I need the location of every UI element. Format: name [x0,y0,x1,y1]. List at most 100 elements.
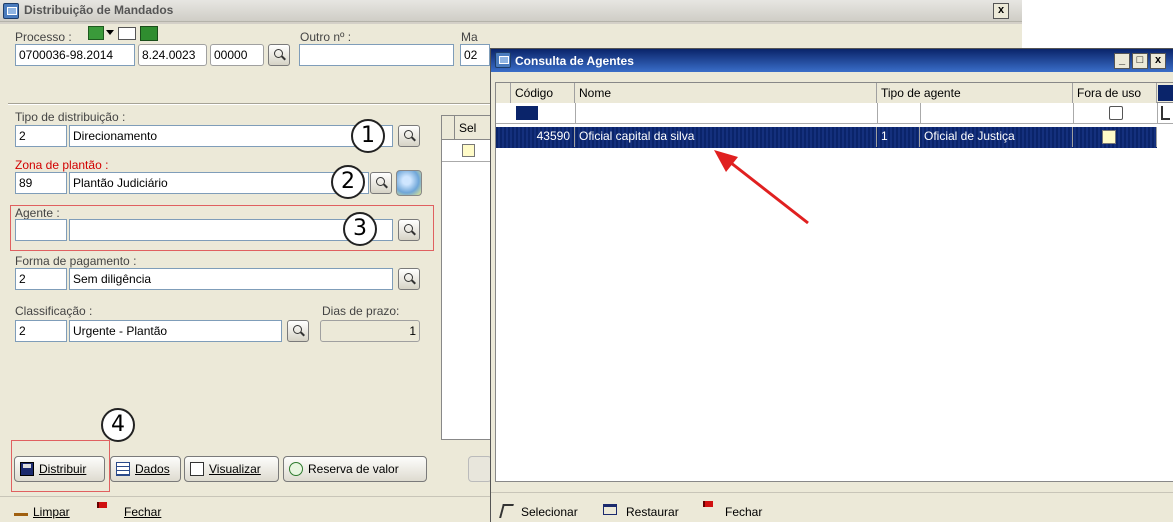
search-icon[interactable] [268,44,290,66]
main-titlebar: Distribuição de Mandados x [0,0,1022,22]
distribuir-button[interactable]: Distribuir [14,456,105,482]
process-type-icon[interactable] [88,26,104,40]
distribuir-label: Distribuir [39,462,87,476]
tipo-code-field[interactable]: 2 [15,125,67,147]
filter-col-sep-5 [1157,103,1158,124]
close-window-button[interactable]: x [993,3,1009,19]
app-icon [3,3,19,19]
restore-icon [603,504,617,515]
row-fora-cell [1073,127,1157,147]
agentes-grid-header: Código Nome Tipo de agente Fora de uso [496,83,1173,103]
arrow-shaft [725,157,809,225]
processo-class-field[interactable]: 8.24.0023 [138,44,207,66]
classif-code-field[interactable]: 2 [15,320,67,342]
filter-col-sep-4 [1073,103,1074,124]
bottom-toolbar-divider [0,496,490,497]
select-icon [499,504,514,518]
forma-value-field[interactable]: Sem diligência [69,268,393,290]
filter-col-sep-3 [920,103,921,124]
section-divider [8,103,490,105]
visualizar-button[interactable]: Visualizar [184,456,279,482]
callout-2: 2 [331,165,365,199]
grid-header-corner [496,83,511,103]
col-tipo-header[interactable]: Tipo de agente [877,83,1073,103]
dados-label: Dados [135,462,170,476]
dados-button[interactable]: Dados [110,456,181,482]
sel-grid: Sel [441,115,492,440]
search-icon[interactable] [398,268,420,290]
table-row[interactable]: 43590 Oficial capital da silva 1 Oficial… [496,127,1157,148]
search-icon[interactable] [287,320,309,342]
col-fora-header[interactable]: Fora de uso [1073,83,1157,103]
broom-icon [14,502,28,516]
grid-icon[interactable] [140,26,158,41]
consulta-window-title: Consulta de Agentes [515,54,634,68]
consulta-titlebar: Consulta de Agentes _ □ x [491,49,1173,72]
processo-label: Processo : [15,30,72,44]
pin-icon[interactable] [1161,106,1170,120]
ma-label: Ma [461,30,478,44]
row-tipo-code: 1 [877,127,920,147]
col-codigo-header[interactable]: Código [511,83,575,103]
forma-code-field[interactable]: 2 [15,268,67,290]
processo-number-field[interactable]: 0700036-98.2014 [15,44,135,66]
tipo-value-field[interactable]: Direcionamento [69,125,393,147]
restaurar-button[interactable]: Restaurar [626,505,679,519]
outro-field[interactable] [299,44,454,66]
fechar-consulta-button[interactable]: Fechar [725,505,762,519]
zona-code-field[interactable]: 89 [15,172,67,194]
chevron-down-icon[interactable] [118,27,136,40]
col-nome-header[interactable]: Nome [575,83,877,103]
callout-3: 3 [343,212,377,246]
callout-4: 4 [101,408,135,442]
agente-code-field[interactable] [15,219,67,241]
annotation-arrow [714,150,809,225]
filter-codigo-field[interactable] [516,106,538,120]
close-icon[interactable]: x [1150,53,1166,69]
callout-1: 1 [351,119,385,153]
visualizar-label: Visualizar [209,462,261,476]
zona-value-field[interactable]: Plantão Judiciário [69,172,369,194]
ma-field[interactable]: 02 [460,44,490,66]
limpar-button[interactable]: Limpar [33,505,70,519]
flag-icon [97,502,107,508]
reserva-label: Reserva de valor [308,462,399,476]
form-icon [116,462,130,476]
row-codigo: 43590 [511,127,575,147]
minimize-button[interactable]: _ [1114,53,1130,69]
search-icon[interactable] [398,125,420,147]
arrow-head [714,150,738,172]
globe-icon[interactable] [396,170,422,196]
filter-checkbox[interactable] [1109,106,1123,120]
consulta-toolbar-divider [491,492,1173,493]
sel-grid-header: Sel [442,116,492,140]
sel-checkbox[interactable] [462,144,475,157]
row-nome: Oficial capital da silva [575,127,877,147]
flag-icon [703,501,713,507]
classif-value-field[interactable]: Urgente - Plantão [69,320,282,342]
preview-icon [190,462,204,476]
search-icon[interactable] [398,219,420,241]
hidden-button-stub[interactable] [468,456,492,482]
filter-icon[interactable] [1158,85,1173,101]
forma-label: Forma de pagamento : [15,254,137,268]
reserva-button[interactable]: Reserva de valor [283,456,427,482]
consulta-window: Consulta de Agentes _ □ x Código Nome Ti… [490,48,1173,522]
filter-row [496,103,1173,124]
fechar-button[interactable]: Fechar [124,505,161,519]
processo-origin-field[interactable]: 00000 [210,44,264,66]
filter-col-sep-2 [877,103,878,124]
dropdown-icon[interactable] [106,30,114,35]
tipo-label: Tipo de distribuição : [15,110,126,124]
dollar-icon [289,462,303,476]
search-icon[interactable] [370,172,392,194]
row-fora-checkbox[interactable] [1102,130,1116,144]
zona-label: Zona de plantão : [15,158,109,172]
sel-grid-row [442,140,492,162]
maximize-button[interactable]: □ [1132,53,1148,69]
app-icon [495,52,511,68]
dias-field[interactable]: 1 [320,320,420,342]
main-title-separator [0,22,1022,24]
sel-header: Sel [459,121,477,135]
selecionar-button[interactable]: Selecionar [521,505,578,519]
